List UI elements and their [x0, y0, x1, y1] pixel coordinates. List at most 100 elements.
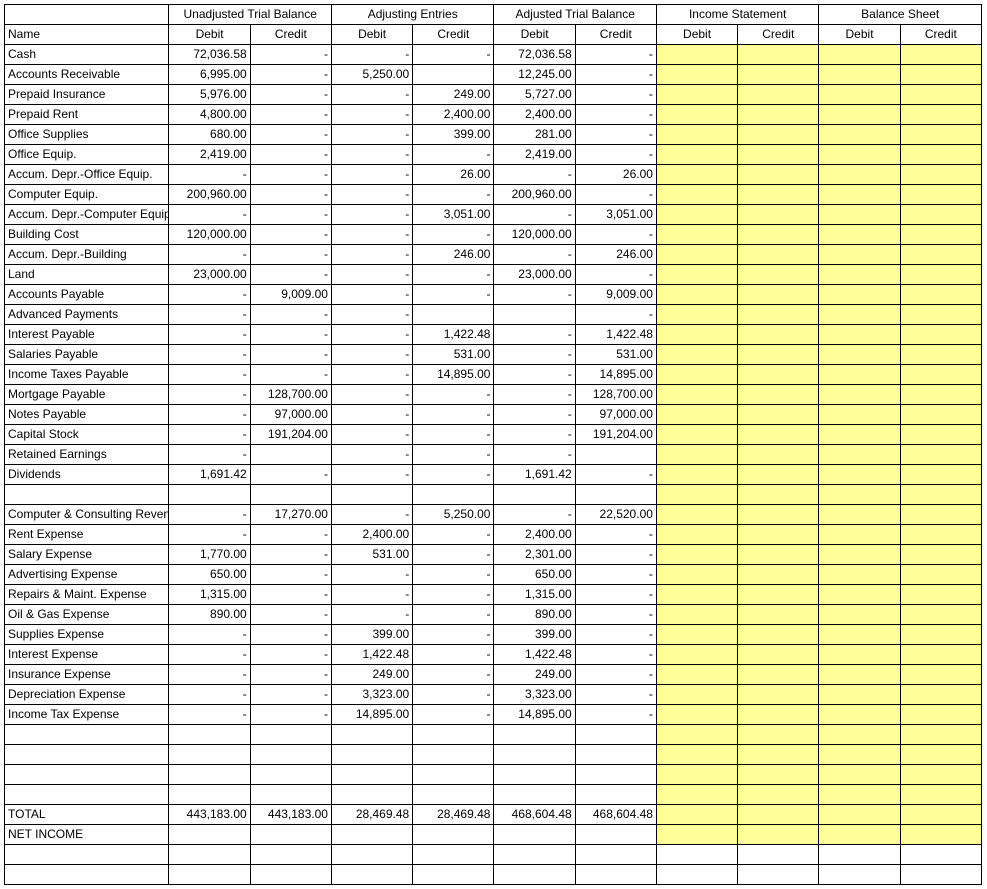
row-name-cell: Accounts Payable: [5, 285, 169, 305]
row-value-cell: -: [331, 405, 412, 425]
row-value-cell: [738, 565, 819, 585]
row-value-cell: [738, 145, 819, 165]
row-value-cell: [900, 365, 981, 385]
row-value-cell: [900, 345, 981, 365]
row-value-cell: -: [169, 305, 250, 325]
header-bs-credit: Credit: [900, 25, 981, 45]
row-value-cell: -: [250, 625, 331, 645]
row-value-cell: -: [169, 325, 250, 345]
row-value-cell: 2,301.00: [494, 545, 575, 565]
row-name-cell: Accum. Depr.-Office Equip.: [5, 165, 169, 185]
row-value-cell: -: [413, 645, 494, 665]
row-value-cell: -: [331, 585, 412, 605]
row-value-cell: -: [250, 665, 331, 685]
table-row: Accum. Depr.-Computer Equip.---3,051.00-…: [5, 205, 982, 225]
row-value-cell: [900, 565, 981, 585]
row-value-cell: -: [169, 405, 250, 425]
row-value-cell: [169, 825, 250, 845]
row-value-cell: [819, 625, 900, 645]
row-value-cell: [169, 785, 250, 805]
table-row: Advanced Payments----: [5, 305, 982, 325]
row-name-cell: Income Taxes Payable: [5, 365, 169, 385]
row-value-cell: -: [413, 625, 494, 645]
row-value-cell: -: [331, 365, 412, 385]
row-value-cell: -: [413, 685, 494, 705]
row-value-cell: 399.00: [494, 625, 575, 645]
table-row: Capital Stock-191,204.00---191,204.00: [5, 425, 982, 445]
row-value-cell: 3,323.00: [331, 685, 412, 705]
row-value-cell: [819, 105, 900, 125]
row-value-cell: [819, 705, 900, 725]
row-value-cell: -: [331, 465, 412, 485]
row-value-cell: 443,183.00: [169, 805, 250, 825]
row-value-cell: 3,051.00: [575, 205, 656, 225]
row-value-cell: 3,323.00: [494, 685, 575, 705]
row-value-cell: [738, 245, 819, 265]
header-atb-debit: Debit: [494, 25, 575, 45]
table-row: Prepaid Rent4,800.00--2,400.002,400.00-: [5, 105, 982, 125]
row-value-cell: -: [250, 165, 331, 185]
header-name-blank: [5, 5, 169, 25]
row-value-cell: -: [250, 325, 331, 345]
row-value-cell: [819, 85, 900, 105]
row-value-cell: [656, 285, 737, 305]
row-value-cell: 22,520.00: [575, 505, 656, 525]
row-value-cell: 120,000.00: [494, 225, 575, 245]
row-value-cell: [819, 385, 900, 405]
row-value-cell: [900, 845, 981, 865]
row-value-cell: -: [169, 445, 250, 465]
table-row: Retained Earnings----: [5, 445, 982, 465]
row-value-cell: -: [331, 265, 412, 285]
row-value-cell: -: [250, 125, 331, 145]
row-value-cell: [413, 785, 494, 805]
row-value-cell: [819, 425, 900, 445]
row-value-cell: [900, 805, 981, 825]
header-group-row: Unadjusted Trial Balance Adjusting Entri…: [5, 5, 982, 25]
row-value-cell: -: [250, 205, 331, 225]
row-value-cell: [413, 845, 494, 865]
row-value-cell: -: [331, 385, 412, 405]
row-value-cell: 5,976.00: [169, 85, 250, 105]
row-value-cell: [656, 205, 737, 225]
row-value-cell: 23,000.00: [169, 265, 250, 285]
row-value-cell: [900, 645, 981, 665]
row-value-cell: [738, 605, 819, 625]
row-value-cell: -: [331, 305, 412, 325]
row-value-cell: -: [575, 465, 656, 485]
row-value-cell: 4,800.00: [169, 105, 250, 125]
row-name-cell: [5, 845, 169, 865]
row-value-cell: [656, 705, 737, 725]
row-value-cell: -: [494, 425, 575, 445]
row-value-cell: [738, 185, 819, 205]
row-name-cell: Retained Earnings: [5, 445, 169, 465]
row-value-cell: [819, 265, 900, 285]
row-value-cell: 2,400.00: [331, 525, 412, 545]
row-value-cell: [250, 825, 331, 845]
row-value-cell: [413, 305, 494, 325]
row-value-cell: [819, 805, 900, 825]
row-value-cell: [738, 705, 819, 725]
row-value-cell: [656, 605, 737, 625]
row-value-cell: [819, 65, 900, 85]
row-value-cell: 1,422.48: [494, 645, 575, 665]
row-value-cell: [169, 845, 250, 865]
row-value-cell: [656, 405, 737, 425]
row-value-cell: -: [575, 665, 656, 685]
row-value-cell: [738, 425, 819, 445]
row-value-cell: [738, 265, 819, 285]
row-value-cell: [738, 65, 819, 85]
row-value-cell: -: [413, 385, 494, 405]
row-value-cell: -: [331, 165, 412, 185]
row-value-cell: -: [494, 205, 575, 225]
table-row: Computer Equip.200,960.00---200,960.00-: [5, 185, 982, 205]
row-value-cell: 191,204.00: [250, 425, 331, 445]
row-value-cell: [656, 245, 737, 265]
row-value-cell: [331, 485, 412, 505]
row-value-cell: [413, 725, 494, 745]
row-value-cell: 1,691.42: [169, 465, 250, 485]
row-name-cell: Interest Payable: [5, 325, 169, 345]
row-value-cell: 2,419.00: [494, 145, 575, 165]
row-value-cell: [819, 405, 900, 425]
row-value-cell: [900, 65, 981, 85]
table-row: Supplies Expense--399.00-399.00-: [5, 625, 982, 645]
